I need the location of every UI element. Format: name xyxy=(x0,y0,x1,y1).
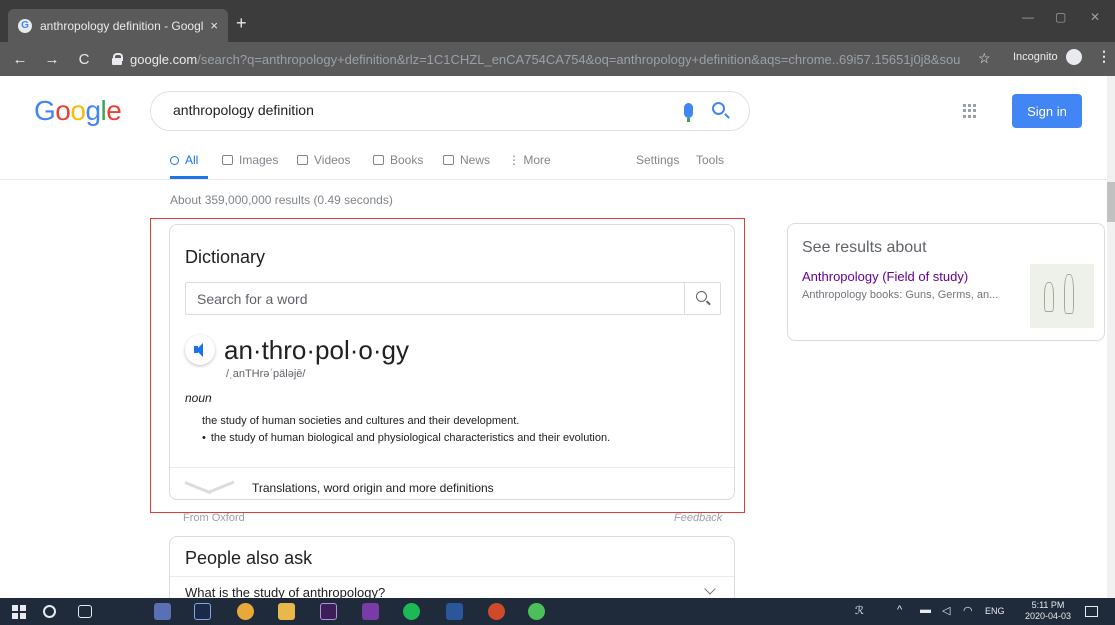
browser-title-bar: G anthropology definition - Google × + —… xyxy=(0,0,1115,42)
task-view-icon[interactable] xyxy=(78,605,92,618)
tab-images[interactable]: Images xyxy=(222,153,278,167)
scrollbar-track[interactable] xyxy=(1107,76,1115,598)
figure-sketch xyxy=(1064,274,1074,314)
search-icon[interactable] xyxy=(712,102,725,115)
logo-letter: o xyxy=(55,95,71,126)
maximize-icon[interactable]: ▢ xyxy=(1055,10,1066,24)
knowledge-panel-title: See results about xyxy=(802,239,927,256)
knowledge-panel: See results about Anthropology (Field of… xyxy=(787,223,1105,341)
url-path: /search?q=anthropology+definition&rlz=1C… xyxy=(197,51,960,67)
tab-all[interactable]: All xyxy=(170,153,198,167)
tab-title: anthropology definition - Google xyxy=(40,18,205,33)
chrome-icon[interactable] xyxy=(237,603,254,620)
scrollbar-thumb[interactable] xyxy=(1107,182,1115,222)
wifi-icon[interactable]: ◠ xyxy=(963,604,973,617)
window-close-icon[interactable]: ✕ xyxy=(1090,10,1100,24)
forward-icon[interactable]: → xyxy=(40,51,64,68)
clock[interactable]: 5:11 PM 2020-04-03 xyxy=(1024,600,1072,624)
video-icon xyxy=(297,155,308,165)
spotify-icon[interactable] xyxy=(403,603,420,620)
volume-icon[interactable]: ◁ xyxy=(942,604,950,617)
battery-icon[interactable]: ▬ xyxy=(920,604,931,616)
tab-books[interactable]: Books xyxy=(373,153,423,167)
tab-videos[interactable]: Videos xyxy=(297,153,350,167)
windows-start-icon[interactable] xyxy=(12,605,26,619)
minimize-icon[interactable]: — xyxy=(1022,10,1034,24)
people-icon[interactable]: ℛ xyxy=(855,604,864,617)
back-icon[interactable]: ← xyxy=(8,51,32,68)
word-icon[interactable] xyxy=(446,603,463,620)
onenote-icon[interactable] xyxy=(362,603,379,620)
search-icon xyxy=(170,156,179,165)
browser-toolbar: ← → C google.com/search?q=anthropology+d… xyxy=(0,42,1115,76)
url-host: google.com xyxy=(130,51,198,67)
tab-label: News xyxy=(460,153,491,167)
lightroom-icon[interactable] xyxy=(194,603,211,620)
logo-letter: G xyxy=(34,95,56,126)
teams-icon[interactable] xyxy=(154,603,171,620)
wechat-icon[interactable] xyxy=(528,603,545,620)
tab-more[interactable]: ⋮ More xyxy=(508,153,551,167)
tab-news[interactable]: News xyxy=(443,153,490,167)
tray-chevron-icon[interactable]: ^ xyxy=(897,604,902,616)
apps-grid-icon[interactable] xyxy=(963,104,977,118)
knowledge-panel-subtitle: Anthropology books: Guns, Germs, an... xyxy=(802,289,999,301)
google-logo[interactable]: Google xyxy=(34,95,122,127)
tab-label: Books xyxy=(390,153,424,167)
knowledge-panel-link[interactable]: Anthropology (Field of study) xyxy=(802,269,968,284)
tab-label: Videos xyxy=(314,153,351,167)
cortana-icon[interactable] xyxy=(43,605,56,618)
search-input[interactable] xyxy=(173,102,653,118)
incognito-label: Incognito xyxy=(1013,51,1058,63)
powerpoint-icon[interactable] xyxy=(488,603,505,620)
lock-icon xyxy=(112,53,123,65)
people-also-ask: People also ask What is the study of ant… xyxy=(169,536,735,606)
logo-letter: o xyxy=(70,95,86,126)
people-also-ask-title: People also ask xyxy=(185,548,313,568)
tab-tools[interactable]: Tools xyxy=(696,153,724,167)
tab-label: All xyxy=(185,153,199,167)
header-divider xyxy=(0,179,1115,180)
new-tab-icon[interactable]: + xyxy=(236,14,247,32)
logo-letter: e xyxy=(106,95,122,126)
logo-letter: g xyxy=(85,95,101,126)
result-stats: About 359,000,000 results (0.49 seconds) xyxy=(170,193,393,207)
language-indicator[interactable]: ENG xyxy=(985,606,1005,616)
incognito-icon[interactable] xyxy=(1066,49,1082,65)
image-icon xyxy=(222,155,233,165)
feedback-link[interactable]: Feedback xyxy=(674,512,722,524)
chrome-menu-icon[interactable]: ⋮ xyxy=(1097,48,1111,65)
news-icon xyxy=(443,155,454,165)
browser-tab[interactable]: G anthropology definition - Google × xyxy=(8,9,228,42)
source-label: From Oxford xyxy=(183,512,245,524)
search-box xyxy=(150,91,750,131)
clock-date: 2020-04-03 xyxy=(1024,611,1072,621)
chevron-down-icon[interactable] xyxy=(704,583,716,595)
figure-sketch xyxy=(1044,282,1054,312)
book-icon xyxy=(373,155,384,165)
microphone-icon[interactable] xyxy=(684,103,693,122)
tab-settings[interactable]: Settings xyxy=(636,153,679,167)
notification-icon[interactable] xyxy=(1085,606,1098,617)
url-text[interactable]: google.com/search?q=anthropology+definit… xyxy=(130,52,960,67)
thumbnail-image[interactable] xyxy=(1030,264,1094,328)
clock-time: 5:11 PM xyxy=(1031,600,1065,610)
highlight-box xyxy=(150,218,745,513)
tab-close-icon[interactable]: × xyxy=(210,18,218,33)
file-explorer-icon[interactable] xyxy=(278,603,295,620)
bookmark-star-icon[interactable]: ☆ xyxy=(978,50,991,67)
address-bar[interactable]: google.com/search?q=anthropology+definit… xyxy=(112,46,978,72)
premiere-icon[interactable] xyxy=(320,603,337,620)
sign-in-button[interactable]: Sign in xyxy=(1012,94,1082,128)
google-favicon-icon: G xyxy=(18,18,32,33)
divider xyxy=(170,576,734,577)
reload-icon[interactable]: C xyxy=(72,51,96,68)
tab-label: Images xyxy=(239,153,279,167)
